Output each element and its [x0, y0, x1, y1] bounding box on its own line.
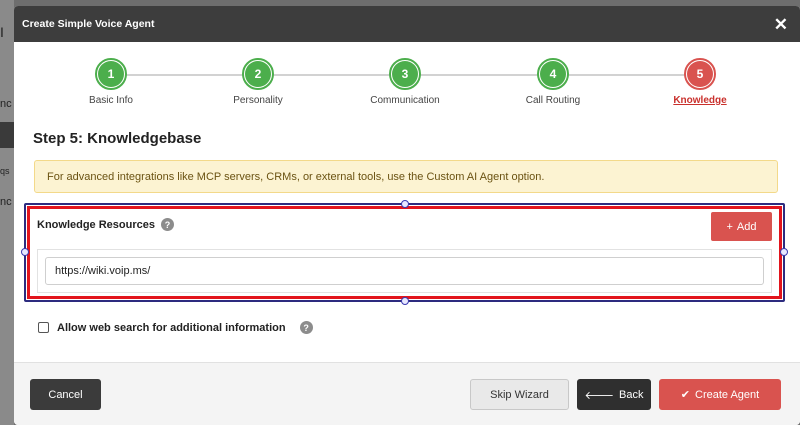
step-number: 2: [245, 61, 271, 87]
step-communication[interactable]: 3 Communication: [340, 58, 470, 106]
plus-icon: +: [726, 220, 733, 233]
step-label: Personality: [233, 95, 283, 106]
step-label: Call Routing: [525, 95, 581, 106]
step-circle: 2: [242, 58, 274, 90]
background-page-strip: [0, 0, 14, 425]
step-number: 4: [540, 61, 566, 87]
step-knowledge[interactable]: 5 Knowledge: [635, 58, 765, 106]
background-text-fragment: nc: [0, 98, 12, 110]
background-dark-block: [0, 122, 14, 148]
background-text-fragment: I: [0, 24, 4, 40]
modal-footer: Cancel Skip Wizard 🡐 Back ✔ Create Agent: [14, 362, 800, 425]
back-label: Back: [619, 388, 644, 401]
resize-handle-right[interactable]: [780, 248, 788, 256]
add-resource-label: Add: [736, 220, 757, 233]
web-search-checkbox[interactable]: [38, 322, 49, 333]
knowledge-resources-selection: Knowledge Resources ? + Add: [21, 200, 788, 305]
step-personality[interactable]: 2 Personality: [193, 58, 323, 106]
step-number: 5: [687, 61, 713, 87]
step-number: 3: [392, 61, 418, 87]
add-resource-button[interactable]: + Add: [711, 212, 772, 241]
info-alert: For advanced integrations like MCP serve…: [34, 160, 778, 193]
knowledge-resources-panel: Knowledge Resources ? + Add: [27, 206, 782, 299]
cancel-label: Cancel: [48, 388, 83, 401]
create-agent-label: Create Agent: [695, 388, 760, 401]
step-number: 1: [98, 61, 124, 87]
help-icon[interactable]: ?: [299, 321, 313, 334]
web-search-option[interactable]: Allow web search for additional informat…: [38, 321, 313, 334]
modal-title: Create Simple Voice Agent: [22, 18, 155, 30]
background-text-fragment: qs: [0, 166, 10, 176]
wizard-stepper: 1 Basic Info 2 Personality 3 Communicati…: [14, 42, 800, 118]
step-label: Knowledge: [673, 95, 727, 106]
cancel-button[interactable]: Cancel: [30, 379, 101, 410]
step-label: Communication: [370, 95, 440, 106]
resize-handle-top[interactable]: [401, 200, 409, 208]
step-circle: 3: [389, 58, 421, 90]
alert-text: For advanced integrations like MCP serve…: [47, 170, 545, 183]
checkmark-icon: ✔: [680, 389, 690, 401]
resource-list: [37, 249, 772, 293]
background-text-fragment: nc: [0, 196, 12, 208]
back-button[interactable]: 🡐 Back: [577, 379, 651, 410]
step-circle: 1: [95, 58, 127, 90]
arrow-left-icon: 🡐: [584, 389, 615, 402]
resource-url-input[interactable]: [45, 257, 764, 285]
step-basic-info[interactable]: 1 Basic Info: [46, 58, 176, 106]
skip-wizard-button[interactable]: Skip Wizard: [470, 379, 569, 410]
create-voice-agent-modal: Create Simple Voice Agent ✕ 1 Basic Info…: [14, 6, 800, 425]
section-title: Step 5: Knowledgebase: [33, 130, 202, 147]
create-agent-button[interactable]: ✔ Create Agent: [659, 379, 781, 410]
close-icon[interactable]: ✕: [774, 16, 788, 33]
step-label: Basic Info: [89, 95, 133, 106]
step-circle: 5: [684, 58, 716, 90]
step-call-routing[interactable]: 4 Call Routing: [488, 58, 618, 106]
resize-handle-bottom[interactable]: [401, 297, 409, 305]
skip-wizard-label: Skip Wizard: [490, 388, 549, 401]
modal-header: Create Simple Voice Agent ✕: [14, 6, 800, 42]
resize-handle-left[interactable]: [21, 248, 29, 256]
step-circle: 4: [537, 58, 569, 90]
help-icon[interactable]: ?: [160, 218, 174, 231]
web-search-label: Allow web search for additional informat…: [57, 321, 286, 334]
knowledge-resources-header: Knowledge Resources ?: [37, 218, 174, 231]
knowledge-resources-title: Knowledge Resources: [37, 218, 155, 231]
